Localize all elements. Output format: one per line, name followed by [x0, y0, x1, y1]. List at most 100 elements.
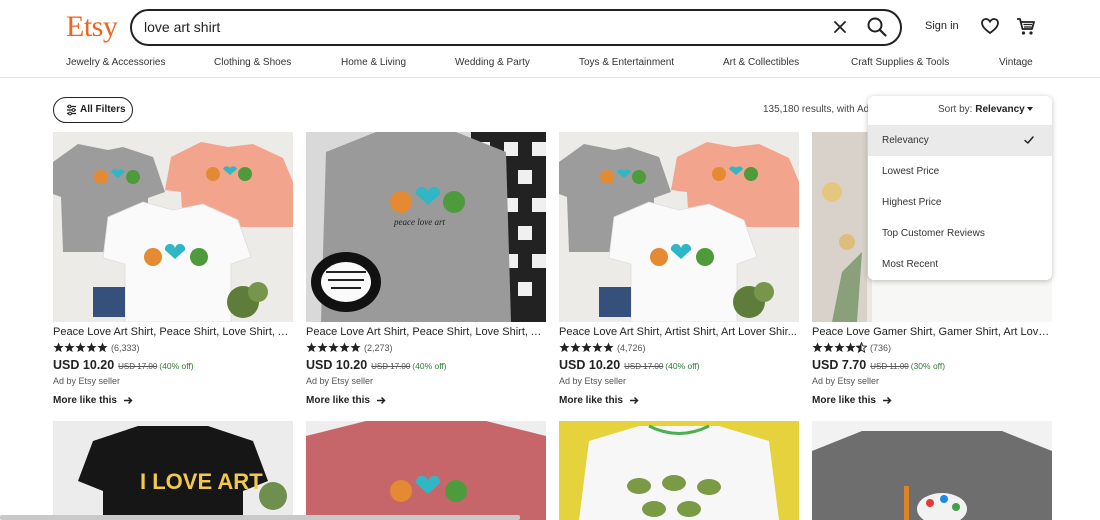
category-toys[interactable]: Toys & Entertainment — [579, 57, 674, 68]
product-title[interactable]: Peace Love Art Shirt, Peace Shirt, Love … — [306, 326, 546, 338]
star-icon — [592, 342, 603, 353]
review-count: (2,273) — [364, 342, 393, 353]
svg-text:peace love art: peace love art — [393, 217, 445, 227]
shirt-print-text: I LOVE ART — [140, 469, 263, 494]
more-like-this-link[interactable]: More like this — [559, 395, 639, 406]
sort-by-label: Sort by: — [938, 104, 973, 115]
sort-dropdown: Sort by: Relevancy Relevancy Lowest Pric… — [868, 96, 1052, 280]
half-star-icon — [856, 342, 867, 353]
product-title[interactable]: Peace Love Gamer Shirt, Gamer Shirt, Art… — [812, 326, 1052, 338]
sale-price: USD 10.20 — [306, 358, 368, 372]
sign-in-link[interactable]: Sign in — [925, 20, 959, 32]
review-count: (6,333) — [111, 342, 140, 353]
discount: (40% off) — [412, 361, 447, 371]
price: USD 10.20 USD 17.00 (40% off) — [306, 358, 447, 372]
star-icon — [845, 342, 856, 353]
search-input[interactable]: love art shirt — [144, 19, 220, 35]
star-icon — [570, 342, 581, 353]
caret-down-icon — [1027, 107, 1033, 111]
star-icon — [328, 342, 339, 353]
sort-by-button[interactable]: Sort by: Relevancy — [868, 96, 1052, 123]
star-rating: (4,726) — [559, 342, 646, 353]
star-rating: (6,333) — [53, 342, 140, 353]
original-price: USD 17.00 — [118, 362, 158, 371]
original-price: USD 17.00 — [371, 362, 411, 371]
results-count: 135,180 results, with Ad — [763, 104, 870, 115]
star-icon — [317, 342, 328, 353]
category-vintage[interactable]: Vintage — [999, 57, 1033, 68]
star-rating: (2,273) — [306, 342, 393, 353]
discount: (40% off) — [665, 361, 700, 371]
sort-selected-value: Relevancy — [975, 104, 1025, 115]
site-header: Etsy love art shirt Sign in Jewelry & Ac… — [0, 0, 1100, 78]
filter-sliders-icon — [67, 104, 76, 116]
search-icon[interactable] — [866, 16, 888, 38]
sort-option-highest-price[interactable]: Highest Price — [868, 187, 1052, 218]
star-icon — [812, 342, 823, 353]
category-craft[interactable]: Craft Supplies & Tools — [851, 57, 949, 68]
arrow-right-icon — [629, 396, 639, 404]
star-icon — [64, 342, 75, 353]
star-icon — [581, 342, 592, 353]
checkmark-icon — [1024, 136, 1034, 144]
star-icon — [603, 342, 614, 353]
more-like-this-link[interactable]: More like this — [812, 395, 892, 406]
product-image[interactable]: peace love art — [306, 132, 546, 322]
star-icon — [339, 342, 350, 353]
search-bar[interactable]: love art shirt — [130, 9, 902, 46]
sale-price: USD 10.20 — [53, 358, 115, 372]
star-icon — [53, 342, 64, 353]
star-icon — [75, 342, 86, 353]
discount: (30% off) — [910, 361, 946, 371]
original-price: USD 17.00 — [624, 362, 664, 371]
all-filters-button[interactable]: All Filters — [53, 97, 133, 123]
product-image[interactable] — [306, 421, 546, 520]
star-icon — [306, 342, 317, 353]
star-icon — [97, 342, 108, 353]
sort-option-relevancy[interactable]: Relevancy — [868, 125, 1052, 156]
original-price: USD 11.00 — [870, 362, 909, 371]
product-image[interactable] — [53, 132, 293, 322]
sort-option-most-recent[interactable]: Most Recent — [868, 249, 1052, 280]
category-clothing[interactable]: Clothing & Shoes — [214, 57, 291, 68]
star-icon — [559, 342, 570, 353]
product-image[interactable] — [559, 421, 799, 520]
category-jewelry[interactable]: Jewelry & Accessories — [66, 57, 165, 68]
more-like-this-link[interactable]: More like this — [306, 395, 386, 406]
ad-label: Ad by Etsy seller — [812, 376, 880, 386]
review-count: (4,726) — [617, 342, 646, 353]
category-art[interactable]: Art & Collectibles — [723, 57, 799, 68]
arrow-right-icon — [882, 396, 892, 404]
sort-option-top-reviews[interactable]: Top Customer Reviews — [868, 218, 1052, 249]
star-icon — [350, 342, 361, 353]
cart-icon[interactable] — [1015, 15, 1037, 37]
ad-label: Ad by Etsy seller — [306, 376, 374, 386]
ad-label: Ad by Etsy seller — [559, 376, 627, 386]
review-count: (736) — [870, 342, 892, 353]
more-like-this-link[interactable]: More like this — [53, 395, 133, 406]
category-wedding[interactable]: Wedding & Party — [455, 57, 530, 68]
product-title[interactable]: Peace Love Art Shirt, Peace Shirt, Love … — [53, 326, 293, 338]
price: USD 10.20 USD 17.00 (40% off) — [53, 358, 194, 372]
discount: (40% off) — [159, 361, 194, 371]
star-icon — [86, 342, 97, 353]
product-image[interactable] — [559, 132, 799, 322]
star-icon — [834, 342, 845, 353]
arrow-right-icon — [376, 396, 386, 404]
category-home[interactable]: Home & Living — [341, 57, 406, 68]
ad-label: Ad by Etsy seller — [53, 376, 121, 386]
etsy-logo[interactable]: Etsy — [66, 10, 118, 44]
product-title[interactable]: Peace Love Art Shirt, Artist Shirt, Art … — [559, 326, 799, 338]
sort-option-lowest-price[interactable]: Lowest Price — [868, 156, 1052, 187]
favorites-heart-icon[interactable] — [980, 16, 1000, 36]
clear-search-icon[interactable] — [830, 17, 850, 37]
horizontal-scrollbar[interactable] — [0, 515, 520, 520]
price: USD 10.20 USD 17.00 (40% off) — [559, 358, 700, 372]
star-rating: (736) — [812, 342, 891, 353]
all-filters-label: All Filters — [80, 104, 126, 115]
sale-price: USD 7.70 — [812, 358, 867, 372]
star-icon — [823, 342, 834, 353]
price: USD 7.70 USD 11.00 (30% off) — [812, 358, 945, 372]
product-image[interactable]: I LOVE ART — [53, 421, 293, 520]
product-image[interactable] — [812, 421, 1052, 520]
